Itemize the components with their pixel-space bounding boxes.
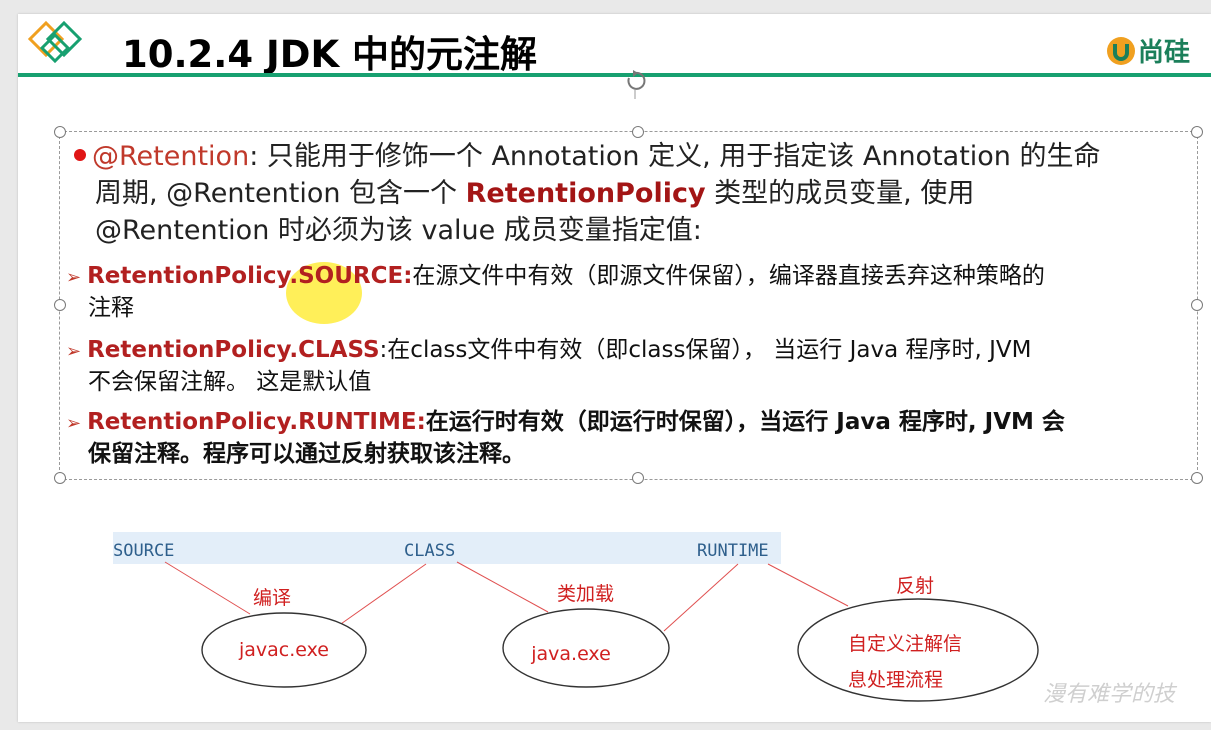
connector bbox=[456, 561, 549, 613]
connector bbox=[337, 563, 427, 627]
connector bbox=[164, 561, 251, 615]
connector bbox=[767, 563, 849, 607]
transition-compile: 编译 bbox=[253, 587, 291, 609]
stage-runtime: RUNTIME bbox=[697, 541, 769, 561]
slide: 10.2.4 JDK 中的元注解 尚硅 @Retention: 只能用于修饰一个… bbox=[18, 14, 1211, 722]
node-custom-line1: 自定义注解信 bbox=[848, 633, 962, 655]
transition-classload: 类加载 bbox=[557, 583, 614, 605]
connector bbox=[663, 563, 739, 632]
node-java: java.exe bbox=[530, 643, 611, 665]
node-custom-line2: 息处理流程 bbox=[848, 669, 943, 691]
transition-reflect: 反射 bbox=[896, 575, 934, 597]
stage-class: CLASS bbox=[404, 541, 455, 561]
stage-source: SOURCE bbox=[113, 541, 174, 561]
retention-diagram: SOURCE CLASS RUNTIME 编译 类加载 反射 javac.exe… bbox=[113, 532, 1039, 702]
watermark: 漫有难学的技 bbox=[1043, 682, 1176, 707]
node-javac: javac.exe bbox=[238, 639, 329, 661]
